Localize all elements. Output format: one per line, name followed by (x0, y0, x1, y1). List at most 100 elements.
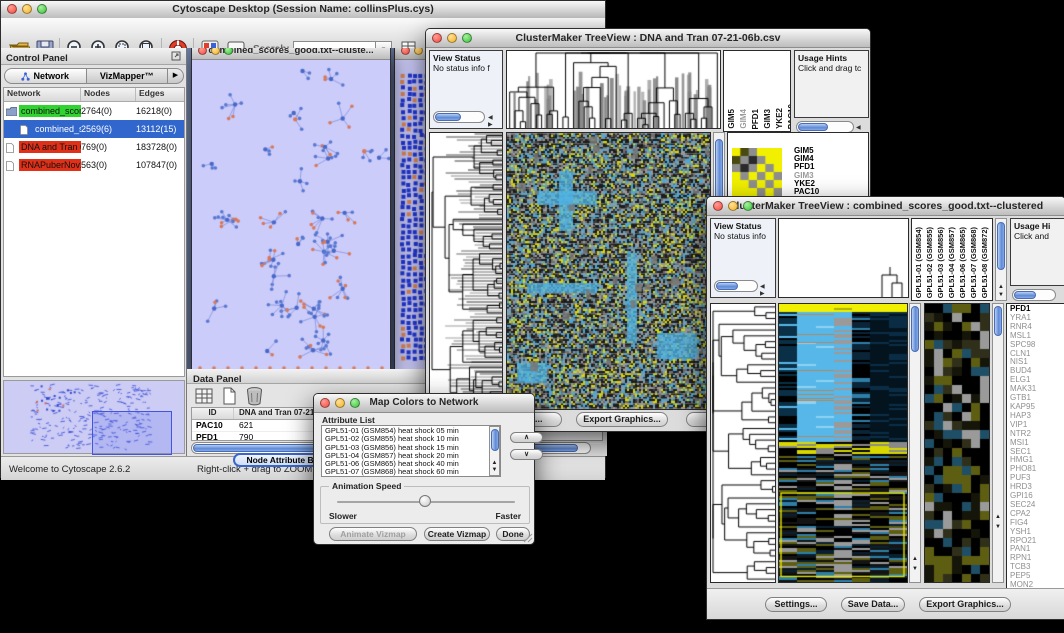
tab-vizmapper[interactable]: VizMapper™ (87, 68, 169, 84)
zoom-window-icon[interactable] (224, 48, 233, 55)
row-label: PAC10 (794, 188, 864, 196)
treeview2-heatmap-vscrollbar[interactable]: ▲▼ (909, 303, 921, 583)
table-icon[interactable] (195, 387, 213, 405)
network-edges-count: 107847(0) (136, 160, 187, 170)
treeview1-zoom-heatmap[interactable] (732, 148, 782, 196)
treeview2-column-dendrogram[interactable] (778, 218, 909, 298)
network-nodes-count: 563(0) (81, 160, 136, 170)
column-label: GPL51-08 (GSM872) (980, 227, 989, 298)
minimize-icon[interactable] (414, 48, 423, 55)
folder-icon (6, 107, 17, 116)
float-panel-icon[interactable] (171, 51, 181, 61)
move-up-button[interactable]: ∧ (510, 432, 543, 443)
treeview1-column-labels: GIM5GIM4PFD1GIM3YKE2PAC10 (723, 50, 791, 132)
close-icon[interactable] (432, 33, 442, 43)
network-row[interactable]: RNAPuberNov2+563(0)107847(0) (4, 156, 184, 174)
tab-network[interactable]: Network (4, 68, 87, 84)
view-status-hscrollbar[interactable] (433, 111, 485, 123)
resize-grip[interactable] (523, 533, 533, 543)
column-label: GPL51-04 (GSM857) (947, 227, 956, 298)
minimize-icon[interactable] (447, 33, 457, 43)
treeview1-title: ClusterMaker TreeView : DNA and Tran 07-… (516, 32, 781, 44)
status-welcome: Welcome to Cytoscape 2.6.2 (9, 464, 130, 475)
trash-icon[interactable] (245, 386, 264, 406)
treeview1-row-dendrogram[interactable] (429, 132, 503, 410)
close-icon[interactable] (7, 4, 17, 14)
minimize-icon[interactable] (335, 398, 345, 408)
column-label: GIM5 (727, 109, 736, 129)
column-label: PAC10 (787, 104, 791, 129)
control-panel-tabs: Network VizMapper™ ▶ (4, 68, 184, 84)
treeview2-view-status: View StatusNo status info ◀ ▶ (710, 218, 776, 298)
move-down-button[interactable]: ∨ (510, 449, 543, 460)
export-graphics-button[interactable]: Export Graphics... (919, 597, 1011, 612)
usage-hints-hscrollbar[interactable] (1012, 289, 1056, 301)
cytoscape-titlebar[interactable]: Cytoscape Desktop (Session Name: collins… (1, 1, 605, 19)
treeview2-gene-list[interactable]: PFD1YRA1RNR4MSL1SPC98CLN1NIS1BUD4ELG1MAK… (1006, 303, 1064, 589)
new-file-icon[interactable] (220, 387, 238, 405)
treeview2-genelist-vscrollbar[interactable]: ▲▼ (992, 303, 1004, 583)
network-nodes-count: 2569(6) (81, 124, 136, 134)
map-colors-dialog: Map Colors to Network Attribute List GPL… (313, 393, 535, 545)
network-name: DNA and Tran 07 (19, 141, 81, 153)
zoom-window-icon[interactable] (462, 33, 472, 43)
column-label: GIM3 (763, 109, 772, 129)
row-id: PAC10 (192, 420, 234, 431)
close-icon[interactable] (320, 398, 330, 408)
network-row[interactable]: combined_sco2569(6)13112(15) (4, 120, 184, 138)
control-panel-title: Control Panel (1, 53, 68, 64)
minimize-icon[interactable] (211, 48, 220, 55)
network-table: Network Nodes Edges combined_scores2764(… (3, 87, 185, 377)
treeview2-usage-hints: Usage HiClick and (1010, 218, 1064, 286)
column-label: GPL51-01 (GSM854) (914, 227, 923, 298)
treeview2-zoom-heatmap[interactable] (924, 303, 990, 583)
animation-speed-group: Animation Speed Slower Faster (320, 486, 530, 524)
network-name: combined_sco (33, 123, 81, 135)
dialog-title: Map Colors to Network (370, 397, 479, 408)
dialog-titlebar[interactable]: Map Colors to Network (314, 394, 534, 413)
network-tab-icon (21, 72, 30, 81)
view-status-hscrollbar[interactable] (714, 280, 758, 292)
close-icon[interactable] (713, 201, 723, 211)
control-panel: Control Panel Network VizMapper™ ▶ (1, 48, 187, 456)
treeview1-heatmap[interactable] (506, 132, 711, 410)
close-icon[interactable] (198, 48, 207, 55)
treeview2-column-labels: GPL51-01 (GSM854)GPL51-02 (GSM855)GPL51-… (911, 218, 993, 301)
save-data-button[interactable]: Save Data... (841, 597, 905, 612)
settings-button[interactable]: Settings... (765, 597, 827, 612)
network-row[interactable]: DNA and Tran 07769(0)183728(0) (4, 138, 184, 156)
file-icon (6, 143, 17, 152)
attribute-list-label: Attribute List (322, 415, 375, 425)
network-overview-panel[interactable] (3, 380, 185, 454)
network-edges-count: 183728(0) (136, 142, 187, 152)
create-vizmap-button[interactable]: Create Vizmap (424, 527, 490, 541)
attribute-list-vscrollbar[interactable]: ▲▼ (489, 426, 500, 476)
treeview2-heatmap[interactable] (778, 303, 908, 583)
treeview1-usage-hints: Usage HintsClick and drag tc (794, 50, 869, 118)
minimize-icon[interactable] (22, 4, 32, 14)
treeview2-titlebar[interactable]: ClusterMaker TreeView : combined_scores_… (707, 197, 1064, 216)
attribute-item[interactable]: GPL51-07 (GSM868) heat shock 60 min (325, 468, 500, 476)
network-edges-count: 16218(0) (136, 106, 187, 116)
export-graphics-button[interactable]: Export Graphics... (576, 412, 668, 427)
network-view-canvas[interactable] (192, 60, 390, 369)
network-view-window-1: combined_scores_good.txt--cluste... (191, 48, 391, 369)
treeview1-view-status: View StatusNo status info f ◀ ▶ (429, 50, 503, 129)
treeview2-column-labels-vscrollbar[interactable]: ▲▼ (995, 218, 1007, 301)
minimize-icon[interactable] (728, 201, 738, 211)
treeview1-titlebar[interactable]: ClusterMaker TreeView : DNA and Tran 07-… (426, 29, 870, 48)
zoom-window-icon[interactable] (743, 201, 753, 211)
treeview2-row-dendrogram[interactable] (710, 303, 776, 583)
zoom-window-icon[interactable] (350, 398, 360, 408)
network-table-header: Network Nodes Edges (4, 88, 184, 102)
file-icon (6, 161, 17, 170)
slider-thumb[interactable] (419, 495, 431, 507)
treeview1-column-dendrogram[interactable] (506, 50, 721, 129)
network-row[interactable]: combined_scores2764(0)16218(0) (4, 102, 184, 120)
tab-overflow-icon[interactable]: ▶ (168, 68, 184, 84)
animate-vizmap-button[interactable]: Animate Vizmap (329, 527, 417, 541)
zoom-window-icon[interactable] (37, 4, 47, 14)
close-icon[interactable] (401, 48, 410, 55)
overview-viewport-rect[interactable] (92, 411, 172, 455)
attribute-list[interactable]: GPL51-01 (GSM854) heat shock 05 minGPL51… (321, 425, 501, 477)
